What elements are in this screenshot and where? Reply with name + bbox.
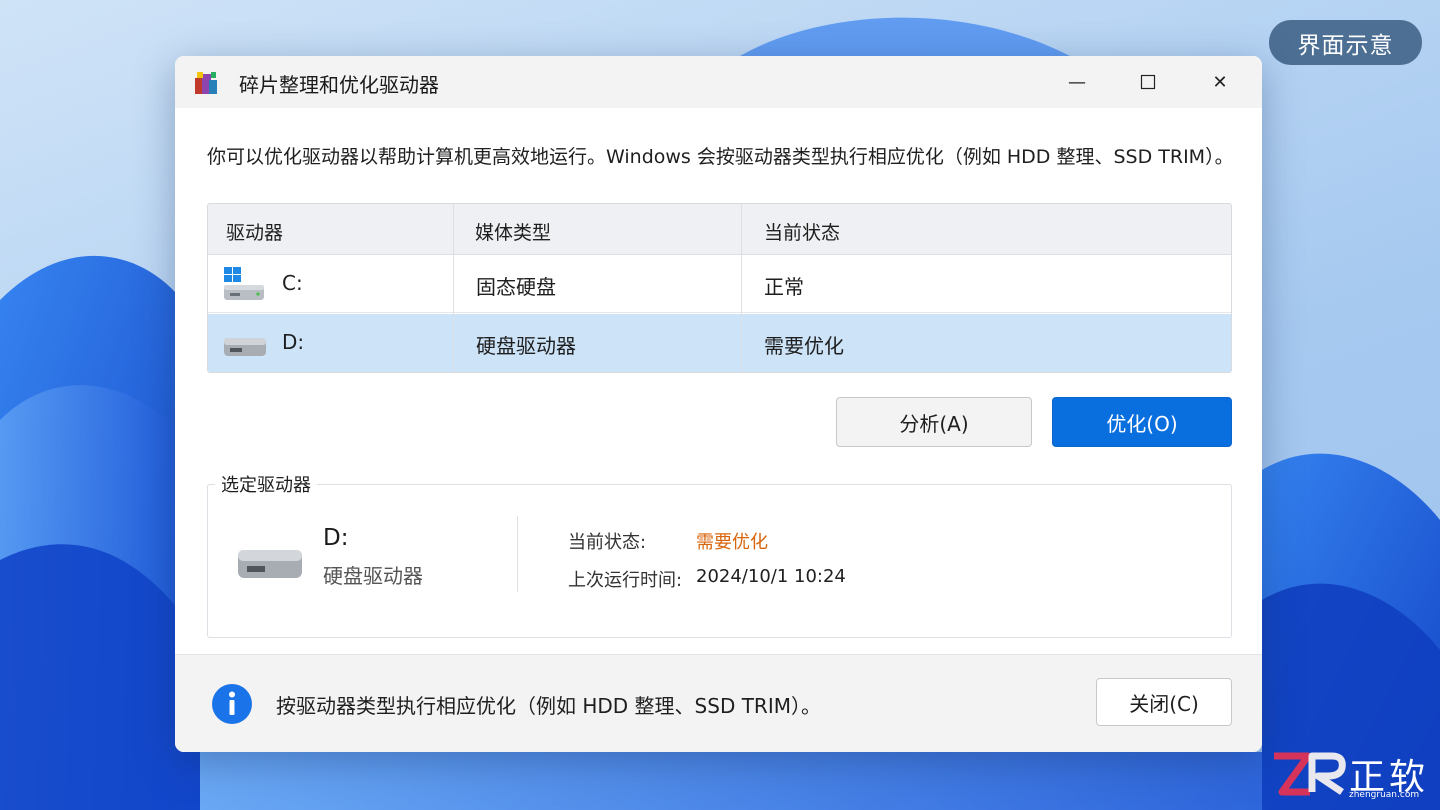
title-bar[interactable]: 碎片整理和优化驱动器 — ✕	[175, 56, 1262, 108]
drive-status: 正常	[764, 275, 804, 299]
column-divider	[741, 204, 742, 372]
last-run-label: 上次运行时间:	[568, 570, 683, 591]
selected-drive-name: D:	[323, 525, 349, 551]
media-type: 固态硬盘	[476, 275, 556, 299]
footer-bar: 按驱动器类型执行相应优化（例如 HDD 整理、SSD TRIM）。 关闭(C)	[175, 654, 1262, 752]
selected-drive-type: 硬盘驱动器	[323, 564, 423, 588]
close-icon: ✕	[1212, 71, 1228, 93]
drive-letter: D:	[282, 330, 305, 354]
drive-letter: C:	[282, 271, 303, 295]
status-label: 当前状态:	[568, 532, 647, 553]
hard-drive-icon	[224, 338, 266, 356]
column-header-drive[interactable]: 驱动器	[226, 218, 283, 245]
column-header-status[interactable]: 当前状态	[764, 218, 840, 245]
description-text: 你可以优化驱动器以帮助计算机更高效地运行。Windows 会按驱动器类型执行相应…	[207, 146, 1234, 168]
maximize-button[interactable]	[1113, 56, 1183, 108]
group-label: 选定驱动器	[215, 471, 317, 497]
table-row[interactable]: D: 硬盘驱动器 需要优化	[208, 314, 1231, 372]
close-button[interactable]: 关闭(C)	[1096, 678, 1232, 726]
analyze-button[interactable]: 分析(A)	[836, 397, 1032, 447]
watermark-subtext: zhengruan.com	[1349, 790, 1420, 800]
group-divider	[517, 516, 518, 592]
drives-table: 驱动器 媒体类型 当前状态 C: 固态硬盘 正常 D: 硬盘驱动器 需要优化	[207, 203, 1232, 373]
selected-drive-icon	[238, 550, 302, 578]
minimize-icon: —	[1068, 71, 1086, 93]
optimize-drives-window: 碎片整理和优化驱动器 — ✕ 你可以优化驱动器以帮助计算机更高效地运行。Wind…	[175, 56, 1262, 752]
drive-status: 需要优化	[764, 334, 844, 358]
table-header: 驱动器 媒体类型 当前状态	[208, 204, 1231, 255]
media-type: 硬盘驱动器	[476, 334, 576, 358]
defrag-app-icon	[195, 72, 217, 94]
windows-drive-icon	[224, 267, 264, 300]
status-value: 需要优化	[696, 532, 768, 553]
footer-info-text: 按驱动器类型执行相应优化（例如 HDD 整理、SSD TRIM）。	[276, 694, 821, 718]
minimize-button[interactable]: —	[1042, 56, 1112, 108]
column-header-media[interactable]: 媒体类型	[475, 218, 551, 245]
column-divider	[453, 204, 454, 372]
last-run-value: 2024/10/1 10:24	[696, 566, 846, 587]
maximize-icon	[1140, 74, 1156, 90]
info-icon	[212, 684, 252, 724]
window-title: 碎片整理和优化驱动器	[239, 73, 439, 97]
close-window-button[interactable]: ✕	[1185, 56, 1255, 108]
optimize-button[interactable]: 优化(O)	[1052, 397, 1232, 447]
preview-badge: 界面示意	[1269, 20, 1422, 65]
table-row[interactable]: C: 固态硬盘 正常	[208, 255, 1231, 313]
